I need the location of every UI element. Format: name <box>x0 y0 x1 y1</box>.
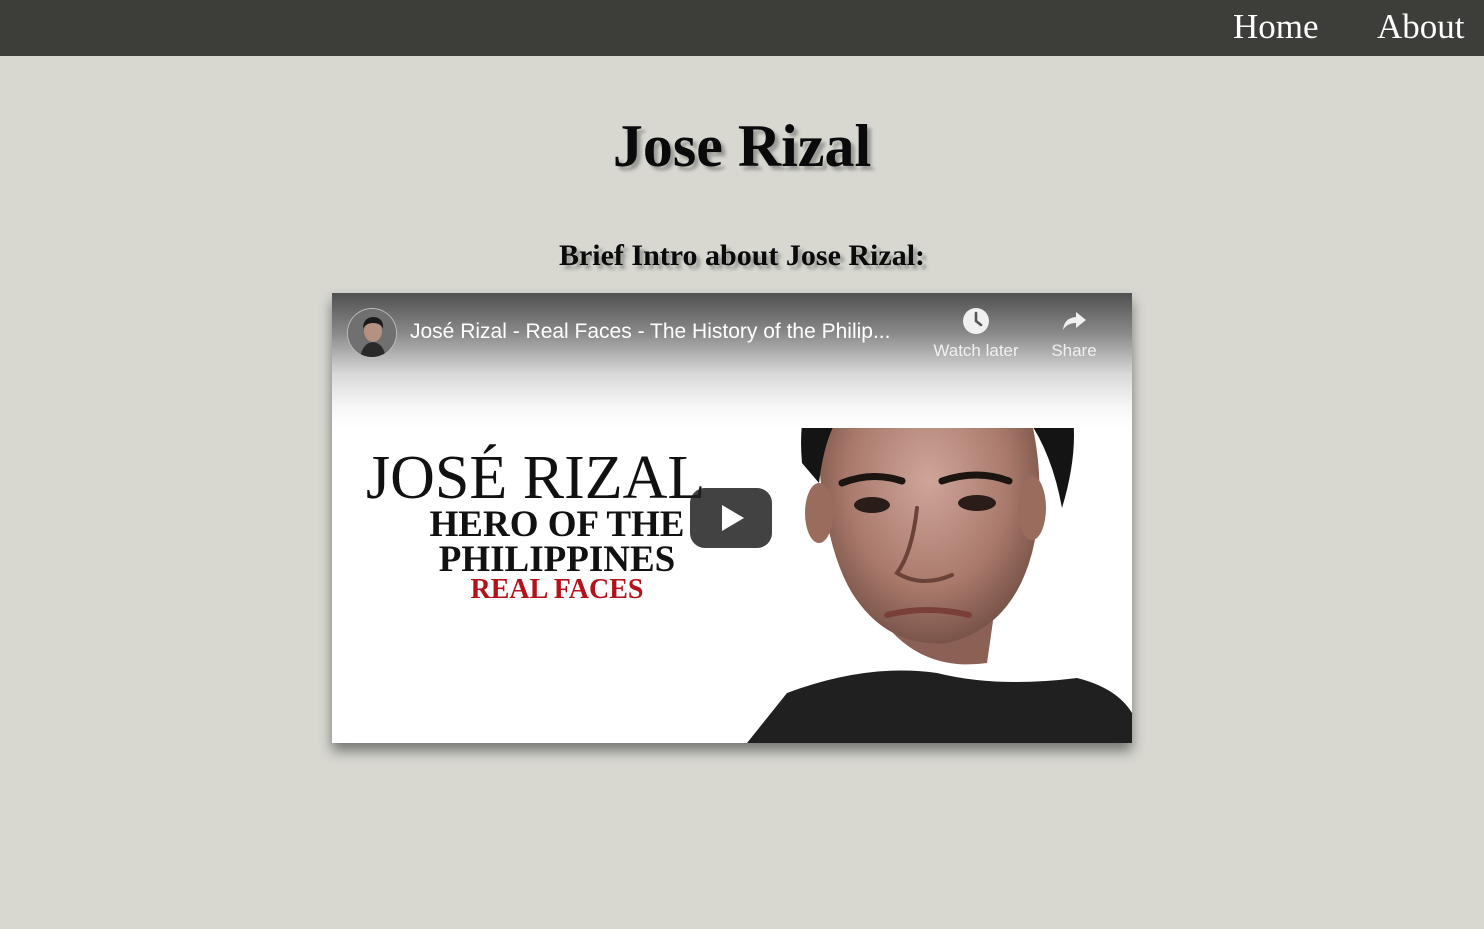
embedded-video-player[interactable]: JOSÉ RIZAL HERO OF THE PHILIPPINES REAL … <box>332 293 1132 743</box>
thumbnail-subtitle-line-3: REAL FACES <box>470 574 644 605</box>
share-arrow-icon <box>1063 312 1086 330</box>
watch-later-label: Watch later <box>933 341 1019 360</box>
thumbnail-subtitle-line-2: PHILIPPINES <box>438 539 676 580</box>
share-button[interactable]: Share <box>1044 307 1104 361</box>
thumbnail-subtitle-line-1: HERO OF THE <box>429 504 685 545</box>
thumbnail-name-text: JOSÉ RIZAL <box>366 444 706 512</box>
section-subtitle: Brief Intro about Jose Rizal: <box>558 239 926 272</box>
page-title: Jose Rizal <box>612 113 872 179</box>
share-label: Share <box>1051 341 1097 360</box>
channel-avatar[interactable] <box>347 308 397 358</box>
video-title-link[interactable]: José Rizal - Real Faces - The History of… <box>410 317 920 347</box>
top-navbar: Home About <box>0 0 1484 56</box>
avatar-icon <box>348 309 396 357</box>
nav-home-link[interactable]: Home <box>1233 6 1319 48</box>
clock-icon <box>963 308 989 334</box>
play-button[interactable] <box>690 488 772 548</box>
nav-about-link[interactable]: About <box>1377 6 1465 48</box>
watch-later-button[interactable]: Watch later <box>928 307 1024 361</box>
